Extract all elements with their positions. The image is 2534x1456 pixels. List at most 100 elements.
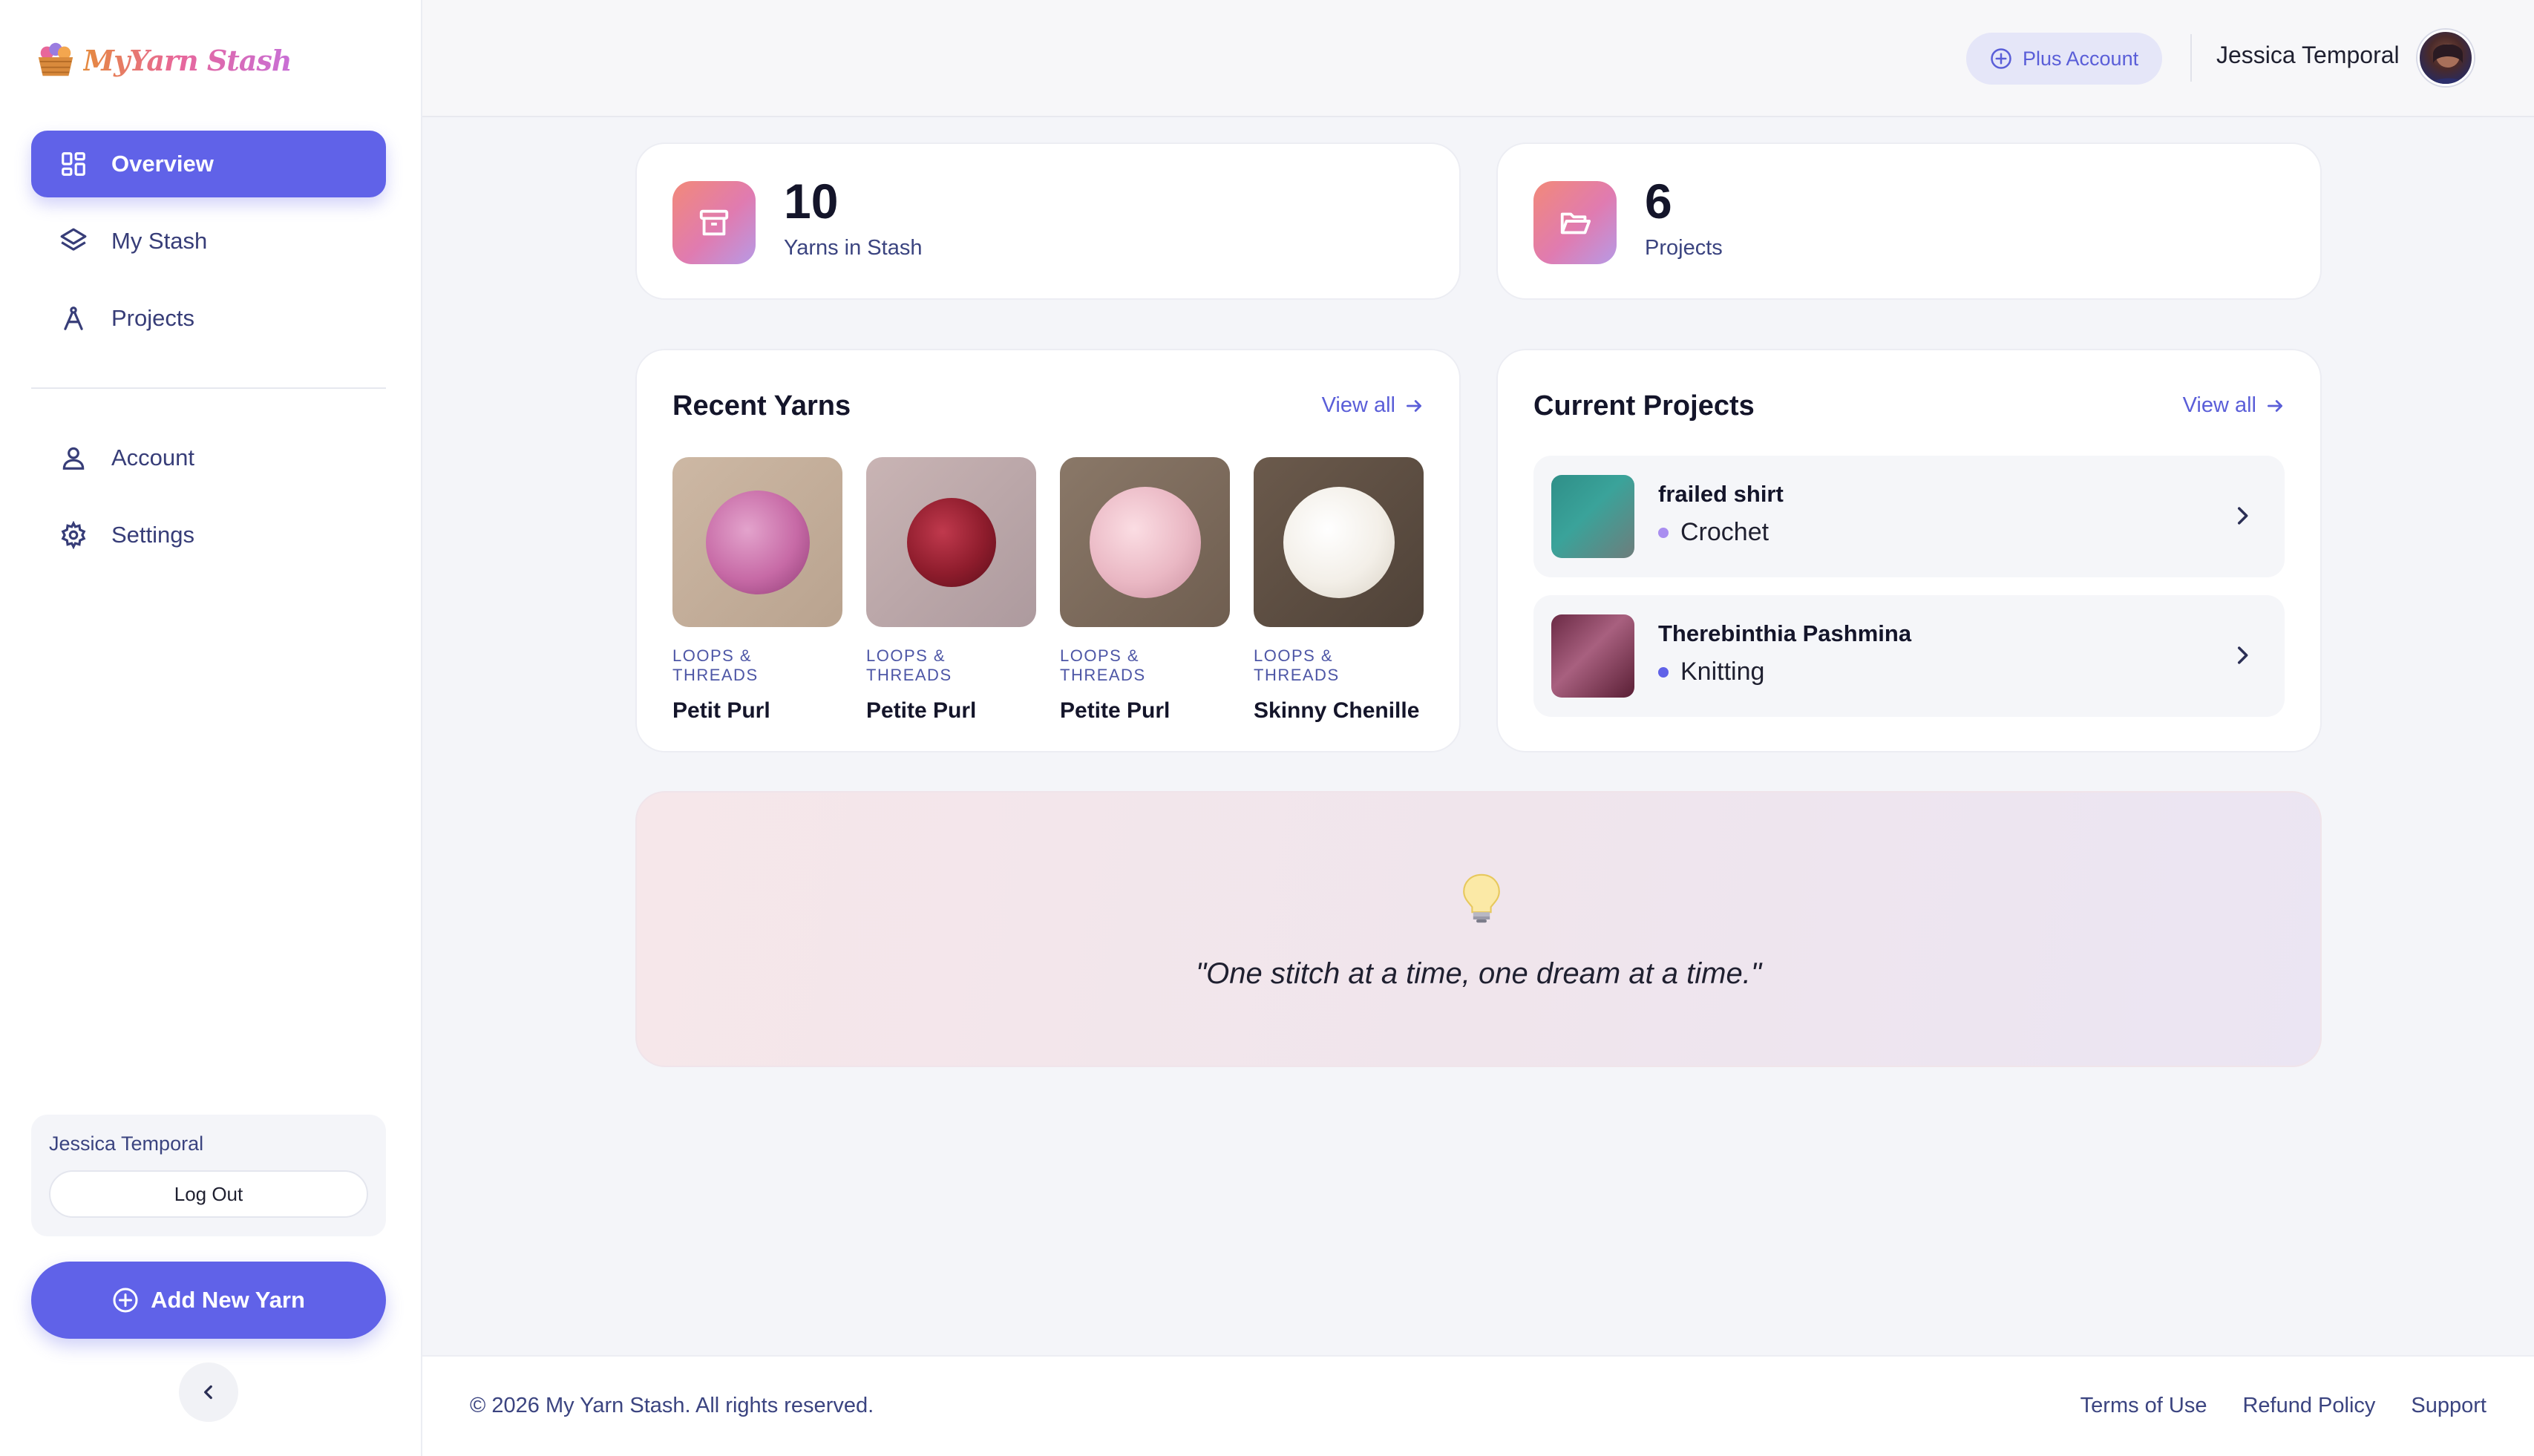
- plus-account-icon: [1991, 48, 2011, 69]
- nav-item-settings[interactable]: Settings: [31, 502, 386, 568]
- folder-open-icon: [1560, 212, 1591, 235]
- terms-of-use-link[interactable]: Terms of Use: [2080, 1394, 2207, 1418]
- lightbulb-icon: [1463, 873, 1500, 923]
- nav-item-overview[interactable]: Overview: [31, 131, 386, 197]
- arrow-right-icon: [2267, 399, 2283, 412]
- nav-label: Overview: [111, 151, 214, 177]
- archive-icon: [699, 209, 729, 236]
- nav-label: Settings: [111, 522, 195, 548]
- quote-text: "One stitch at a time, one dream at a ti…: [1195, 957, 1762, 990]
- arrow-right-icon: [1406, 399, 1422, 412]
- recent-yarns-view-all-link[interactable]: View all: [1322, 393, 1424, 418]
- nav-label: Account: [111, 445, 195, 470]
- stat-card-yarns[interactable]: 10 Yarns in Stash: [635, 142, 1461, 300]
- header-user-name[interactable]: Jessica Temporal: [2216, 42, 2400, 69]
- collapse-sidebar-button[interactable]: [179, 1362, 238, 1422]
- yarn-brand: Loops & Threads: [1060, 646, 1146, 684]
- nav-item-my-stash[interactable]: My Stash: [31, 208, 386, 275]
- plus-circle-icon: [113, 1288, 138, 1313]
- nav-label: Projects: [111, 305, 194, 331]
- nav-label: My Stash: [111, 228, 208, 254]
- yarn-ball-swatch: [705, 490, 810, 594]
- grid-icon: [62, 152, 85, 176]
- main-nav: Overview My Stash Projects: [31, 131, 386, 362]
- yarn-brand: Loops & Threads: [866, 646, 952, 684]
- chevron-right-icon: [2237, 507, 2248, 525]
- footer: © 2026 My Yarn Stash. All rights reserve…: [422, 1355, 2534, 1456]
- yarn-ball-swatch: [1283, 486, 1395, 598]
- yarn-card[interactable]: Loops & Threads Petite Purl: [1060, 457, 1230, 724]
- quote-card: "One stitch at a time, one dream at a ti…: [635, 791, 2322, 1067]
- yarn-name: Petite Purl: [1060, 698, 1171, 723]
- app-logo[interactable]: MyYarn Stash: [34, 39, 292, 82]
- footer-links: Terms of Use Refund Policy Support: [2080, 1394, 2486, 1418]
- current-projects-view-all-link[interactable]: View all: [2183, 393, 2285, 418]
- project-type: Knitting: [1658, 658, 1764, 686]
- yarn-brand: Loops & Threads: [672, 646, 759, 684]
- project-row[interactable]: Therebinthia Pashmina Knitting: [1533, 595, 2285, 717]
- user-card-name: Jessica Temporal: [49, 1132, 204, 1155]
- current-projects-card: Current Projects View all frailed shirt …: [1496, 349, 2322, 752]
- yarn-photo: [1060, 457, 1230, 627]
- chevron-left-icon: [204, 1385, 212, 1400]
- project-photo: [1551, 475, 1634, 558]
- yarn-ball-swatch: [906, 497, 996, 587]
- plan-label: Plus Account: [2023, 47, 2139, 70]
- user-card: Jessica Temporal Log Out: [31, 1115, 386, 1236]
- logout-button[interactable]: Log Out: [49, 1170, 368, 1218]
- chevron-right-icon: [2237, 646, 2248, 664]
- support-link[interactable]: Support: [2411, 1394, 2486, 1418]
- stat-label: Projects: [1645, 236, 1723, 260]
- stat-value: 10: [784, 174, 839, 229]
- yarn-card[interactable]: Loops & Threads Skinny Chenille: [1254, 457, 1424, 724]
- recent-yarns-title: Recent Yarns: [672, 390, 851, 422]
- yarn-photo: [1254, 457, 1424, 627]
- yarn-ball-swatch: [1089, 486, 1201, 598]
- yarn-photo: [672, 457, 842, 627]
- copyright-text: © 2026 My Yarn Stash. All rights reserve…: [470, 1394, 874, 1417]
- avatar-image: [2429, 44, 2466, 84]
- yarn-card[interactable]: Loops & Threads Petit Purl: [672, 457, 842, 724]
- secondary-nav: Account Settings: [31, 424, 386, 579]
- project-row[interactable]: frailed shirt Crochet: [1533, 456, 2285, 577]
- user-icon: [62, 447, 85, 470]
- project-name: frailed shirt: [1658, 481, 1784, 507]
- yarn-name: Petit Purl: [672, 698, 770, 723]
- recent-yarns-card: Recent Yarns View all Loops & Threads Pe…: [635, 349, 1461, 752]
- plus-account-badge[interactable]: Plus Account: [1966, 33, 2163, 85]
- project-type: Crochet: [1658, 518, 1769, 547]
- stat-value: 6: [1645, 174, 1672, 229]
- project-type-label: Crochet: [1680, 518, 1769, 546]
- nav-divider: [31, 387, 386, 389]
- header-divider: [2190, 34, 2192, 82]
- layers-icon: [60, 228, 87, 251]
- project-photo: [1551, 614, 1634, 698]
- yarn-photo: [866, 457, 1036, 627]
- add-yarn-label: Add New Yarn: [151, 1287, 305, 1313]
- stat-label: Yarns in Stash: [784, 236, 923, 260]
- view-all-label: View all: [2182, 393, 2256, 417]
- stat-card-projects[interactable]: 6 Projects: [1496, 142, 2322, 300]
- top-header: Plus Account Jessica Temporal: [422, 0, 2534, 117]
- nav-item-projects[interactable]: Projects: [31, 285, 386, 352]
- project-type-label: Knitting: [1680, 658, 1765, 686]
- project-type-dot: [1658, 666, 1669, 678]
- yarn-name: Skinny Chenille: [1254, 698, 1420, 723]
- yarn-basket-icon: [38, 42, 73, 76]
- compass-icon: [64, 306, 83, 330]
- logo-text: MyYarn Stash: [83, 43, 292, 77]
- project-type-dot: [1658, 527, 1669, 538]
- add-new-yarn-button[interactable]: Add New Yarn: [31, 1262, 386, 1339]
- avatar[interactable]: [2417, 30, 2474, 86]
- sidebar: MyYarn Stash Overview My Stash Projects: [0, 0, 422, 1456]
- stat-icon-box: [672, 181, 756, 264]
- yarn-card[interactable]: Loops & Threads Petite Purl: [866, 457, 1036, 724]
- yarn-name: Petite Purl: [866, 698, 977, 723]
- gear-icon: [61, 521, 86, 549]
- current-projects-title: Current Projects: [1533, 390, 1755, 422]
- stat-icon-box: [1533, 181, 1617, 264]
- nav-item-account[interactable]: Account: [31, 424, 386, 491]
- refund-policy-link[interactable]: Refund Policy: [2242, 1394, 2375, 1418]
- yarn-brand: Loops & Threads: [1254, 646, 1340, 684]
- project-name: Therebinthia Pashmina: [1658, 620, 1912, 646]
